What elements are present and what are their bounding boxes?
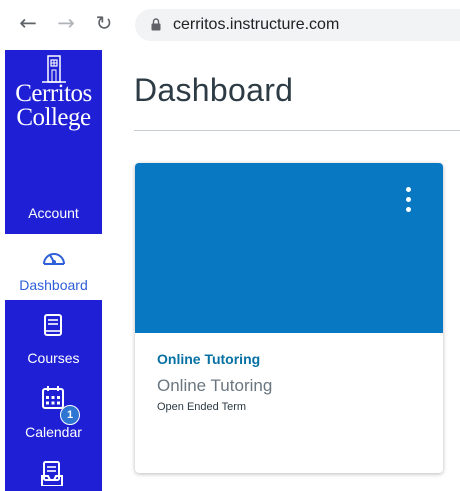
college-logo-text: Cerritos College — [5, 80, 102, 131]
url-text: cerritos.instructure.com — [173, 16, 340, 33]
sidebar-item-label: Calendar — [25, 424, 82, 440]
sidebar-item-account[interactable]: Account — [5, 150, 102, 298]
course-card-term: Open Ended Term — [157, 401, 247, 413]
reload-icon[interactable]: ↻ — [92, 11, 116, 35]
course-card-hero[interactable] — [135, 163, 443, 333]
sidebar-item-dashboard[interactable]: Dashboard — [5, 234, 102, 300]
lock-icon — [151, 18, 161, 31]
sidebar-item-label: Dashboard — [19, 277, 88, 293]
back-arrow-icon[interactable]: ← — [16, 11, 40, 35]
sidebar-item-label: Courses — [27, 350, 80, 366]
logo-line-2: College — [16, 104, 91, 131]
speedometer-icon — [43, 253, 65, 265]
course-card-title-link[interactable]: Online Tutoring — [157, 351, 260, 367]
card-options-kebab-icon[interactable] — [403, 187, 413, 217]
inbox-icon — [41, 461, 63, 486]
sidebar-item-calendar[interactable]: Calendar — [5, 382, 102, 448]
calendar-icon — [42, 386, 64, 409]
logo-line-1: Cerritos — [15, 80, 92, 107]
course-card[interactable]: Online Tutoring Online Tutoring Open End… — [135, 163, 443, 473]
global-nav-sidebar: Cerritos College Account Dashboard Cours… — [5, 50, 102, 491]
title-divider — [134, 130, 460, 131]
browser-toolbar: ← → ↻ cerritos.instructure.com — [0, 0, 460, 50]
course-card-subtitle: Online Tutoring — [157, 376, 273, 395]
page-title: Dashboard — [134, 72, 294, 108]
address-bar[interactable]: cerritos.instructure.com — [135, 9, 460, 41]
unread-count-badge: 1 — [60, 405, 80, 425]
sidebar-item-courses[interactable]: Courses — [5, 308, 102, 374]
sidebar-item-label: Account — [28, 205, 79, 221]
book-icon — [44, 314, 62, 336]
forward-arrow-icon[interactable]: → — [54, 11, 78, 35]
sidebar-item-inbox[interactable] — [5, 454, 102, 491]
